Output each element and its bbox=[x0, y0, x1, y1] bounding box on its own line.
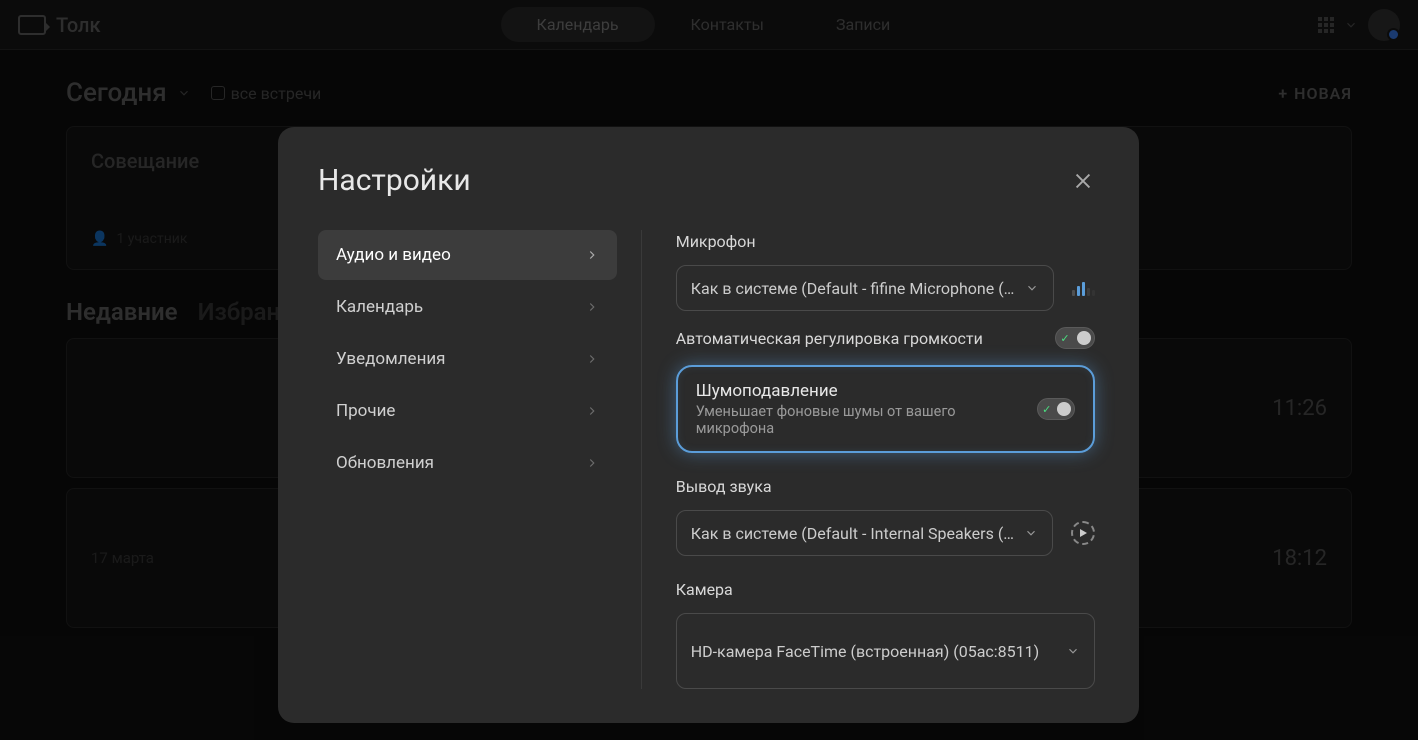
noise-desc: Уменьшает фоновые шумы от вашего микрофо… bbox=[696, 403, 1019, 437]
chevron-right-icon bbox=[585, 352, 599, 366]
camera-select[interactable]: HD-камера FaceTime (встроенная) (05ac:85… bbox=[676, 613, 1095, 689]
nav-calendar[interactable]: Календарь bbox=[318, 282, 617, 332]
nav-item-label: Уведомления bbox=[336, 349, 446, 369]
mic-value: Как в системе (Default - fifine Micropho… bbox=[691, 279, 1015, 298]
mic-select[interactable]: Как в системе (Default - fifine Micropho… bbox=[676, 265, 1054, 311]
test-sound-button[interactable] bbox=[1071, 521, 1095, 545]
chevron-down-icon bbox=[1024, 526, 1038, 540]
nav-updates[interactable]: Обновления bbox=[318, 438, 617, 488]
output-value: Как в системе (Default - Internal Speake… bbox=[691, 524, 1014, 543]
nav-audio-video[interactable]: Аудио и видео bbox=[318, 230, 617, 280]
chevron-right-icon bbox=[585, 456, 599, 470]
nav-notifications[interactable]: Уведомления bbox=[318, 334, 617, 384]
settings-nav: Аудио и видео Календарь Уведомления Проч… bbox=[318, 230, 617, 689]
nav-item-label: Обновления bbox=[336, 453, 434, 473]
mic-label: Микрофон bbox=[676, 232, 1095, 251]
close-button[interactable] bbox=[1067, 165, 1099, 197]
output-label: Вывод звука bbox=[676, 477, 1095, 496]
chevron-down-icon bbox=[1025, 281, 1039, 295]
noise-toggle[interactable]: ✓ bbox=[1037, 398, 1075, 420]
mic-row: Как в системе (Default - fifine Micropho… bbox=[676, 265, 1095, 311]
nav-item-label: Календарь bbox=[336, 297, 423, 317]
modal-header: Настройки bbox=[318, 163, 1099, 198]
noise-texts: Шумоподавление Уменьшает фоновые шумы от… bbox=[696, 381, 1019, 437]
noise-suppression-highlight: Шумоподавление Уменьшает фоновые шумы от… bbox=[676, 365, 1095, 453]
nav-item-label: Прочие bbox=[336, 401, 395, 421]
camera-value: HD-камера FaceTime (встроенная) (05ac:85… bbox=[691, 642, 1056, 661]
check-icon: ✓ bbox=[1059, 332, 1071, 344]
toggle-knob bbox=[1057, 402, 1071, 416]
agc-toggle[interactable]: ✓ bbox=[1055, 327, 1095, 349]
chevron-right-icon bbox=[585, 300, 599, 314]
mic-level-icon bbox=[1072, 280, 1095, 296]
chevron-right-icon bbox=[585, 404, 599, 418]
output-row: Как в системе (Default - Internal Speake… bbox=[676, 510, 1095, 556]
check-icon: ✓ bbox=[1041, 403, 1053, 415]
agc-row: Автоматическая регулировка громкости ✓ bbox=[676, 325, 1095, 351]
camera-label: Камера bbox=[676, 580, 1095, 599]
close-icon bbox=[1072, 170, 1094, 192]
play-icon bbox=[1078, 528, 1088, 538]
settings-panel: Микрофон Как в системе (Default - fifine… bbox=[666, 230, 1099, 689]
noise-title: Шумоподавление bbox=[696, 381, 1019, 401]
nav-other[interactable]: Прочие bbox=[318, 386, 617, 436]
chevron-right-icon bbox=[585, 248, 599, 262]
toggle-knob bbox=[1077, 331, 1091, 345]
modal-body: Аудио и видео Календарь Уведомления Проч… bbox=[318, 230, 1099, 689]
divider bbox=[641, 230, 642, 689]
agc-label: Автоматическая регулировка громкости bbox=[676, 329, 983, 348]
output-select[interactable]: Как в системе (Default - Internal Speake… bbox=[676, 510, 1053, 556]
modal-title: Настройки bbox=[318, 163, 471, 198]
nav-item-label: Аудио и видео bbox=[336, 245, 451, 265]
settings-modal: Настройки Аудио и видео Календарь Уведом… bbox=[278, 127, 1139, 723]
chevron-down-icon bbox=[1066, 644, 1080, 658]
